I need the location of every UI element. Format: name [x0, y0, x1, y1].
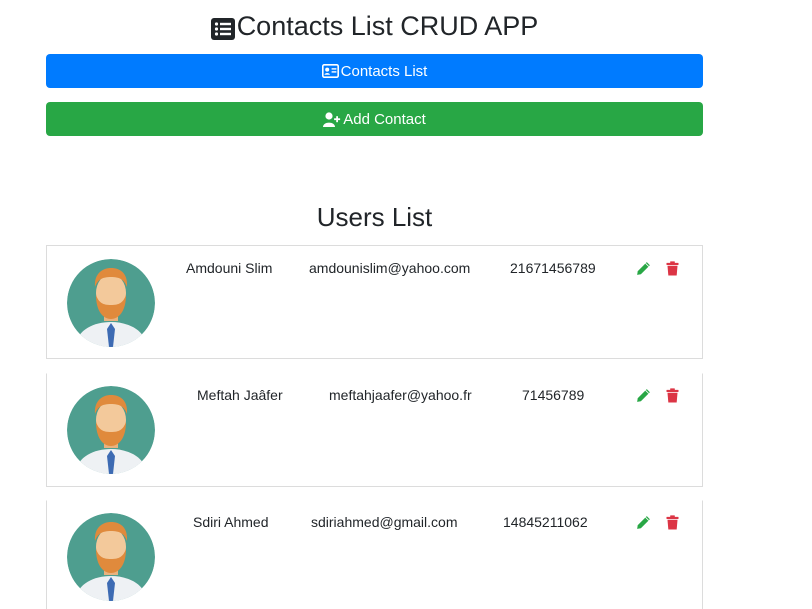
- contact-email: amdounislim@yahoo.com: [309, 260, 471, 276]
- contact-name: Amdouni Slim: [186, 260, 273, 276]
- contact-name: Sdiri Ahmed: [193, 514, 269, 530]
- contact-phone: 71456789: [522, 387, 585, 403]
- contact-card: Meftah Jaâfer meftahjaafer@yahoo.fr 7145…: [46, 373, 703, 487]
- page-title: Contacts List CRUD APP: [46, 8, 703, 44]
- row-actions: [635, 260, 680, 276]
- address-card-icon: [321, 64, 339, 78]
- users-list-heading: Users List: [316, 202, 433, 232]
- pencil-icon[interactable]: [635, 387, 651, 403]
- contact-phone: 21671456789: [510, 260, 596, 276]
- user-plus-icon: [323, 111, 341, 127]
- row-actions: [635, 514, 680, 530]
- contact-card: Amdouni Slim amdounislim@yahoo.com 21671…: [46, 245, 703, 359]
- trash-icon[interactable]: [664, 514, 680, 530]
- pencil-icon[interactable]: [635, 514, 651, 530]
- contact-card: Sdiri Ahmed sdiriahmed@gmail.com 1484521…: [46, 500, 703, 609]
- contact-email: sdiriahmed@gmail.com: [311, 514, 458, 530]
- contacts-list-label: Contacts List: [340, 62, 428, 80]
- trash-icon[interactable]: [664, 387, 680, 403]
- app-root: Contacts List CRUD APP Contacts List Add…: [0, 0, 812, 609]
- list-alt-icon: [210, 14, 235, 40]
- avatar: [67, 513, 155, 601]
- contact-email: meftahjaafer@yahoo.fr: [329, 387, 472, 403]
- row-actions: [635, 387, 680, 403]
- contact-phone: 14845211062: [503, 514, 588, 530]
- contacts-list-button[interactable]: Contacts List: [46, 54, 703, 88]
- page-title-text: Contacts List CRUD APP: [236, 11, 539, 41]
- add-contact-label: Add Contact: [343, 110, 426, 128]
- contact-name: Meftah Jaâfer: [197, 387, 283, 403]
- trash-icon[interactable]: [664, 260, 680, 276]
- add-contact-button[interactable]: Add Contact: [46, 102, 703, 136]
- pencil-icon[interactable]: [635, 260, 651, 276]
- avatar: [67, 259, 155, 347]
- avatar: [67, 386, 155, 474]
